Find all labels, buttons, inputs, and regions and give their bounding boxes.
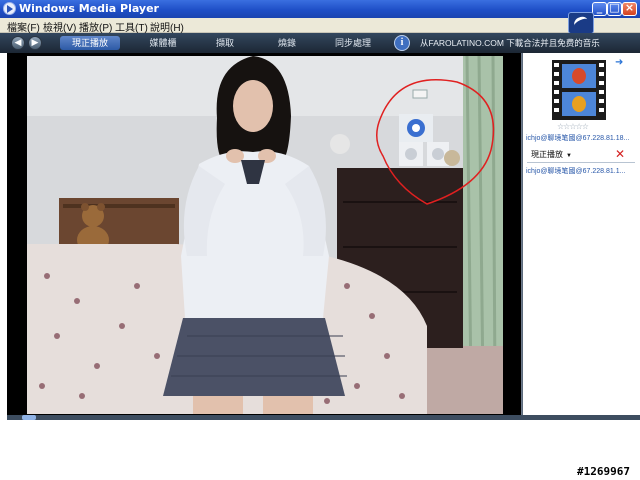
menu-help[interactable]: 說明(H) xyxy=(150,19,184,34)
minimize-button[interactable]: _ xyxy=(592,1,607,16)
forward-button[interactable]: ▶ xyxy=(28,36,42,50)
playlist-item[interactable]: ichjo@聊境笔國@67.228.81.1... xyxy=(526,166,638,176)
forward-arrow-icon: ▶ xyxy=(31,38,39,48)
promo-link[interactable]: 从FAROLATINO.COM 下載合法并且免费的音乐 xyxy=(420,37,600,49)
tab-library[interactable]: 媒體櫃 xyxy=(140,36,186,50)
close-button[interactable]: × xyxy=(622,1,637,16)
window-title: Windows Media Player xyxy=(19,2,159,15)
close-window-icon: × xyxy=(624,1,635,14)
chevron-down-icon: ▼ xyxy=(566,153,572,159)
menu-file[interactable]: 檔案(F) xyxy=(7,19,40,34)
side-arrow-icon[interactable]: ➜ xyxy=(615,57,623,68)
video-frame xyxy=(7,53,521,415)
tab-rip[interactable]: 擷取 xyxy=(208,36,242,50)
now-playing-label: 現正播放 xyxy=(531,150,563,159)
tab-burn[interactable]: 燒錄 xyxy=(270,36,304,50)
seek-thumb[interactable] xyxy=(22,415,36,420)
tab-now-playing[interactable]: 現正播放 xyxy=(60,36,120,50)
menu-bar: 檔案(F) 檢視(V) 播放(P) 工具(T) 說明(H) xyxy=(0,18,640,34)
watermark-text: #1269967 xyxy=(577,465,630,478)
now-playing-dropdown[interactable]: 現正播放 ▼ xyxy=(531,149,572,160)
rating-stars[interactable]: ☆☆☆☆☆ xyxy=(557,122,589,131)
video-skirt xyxy=(163,318,345,396)
menu-play[interactable]: 播放(P) xyxy=(79,19,112,34)
navigation-bar: ◀ ▶ 現正播放 媒體櫃 擷取 燒錄 同步處理 i 从FAROLATINO.CO… xyxy=(0,33,640,53)
back-button[interactable]: ◀ xyxy=(11,36,25,50)
tab-sync[interactable]: 同步處理 xyxy=(328,36,378,50)
close-icon[interactable]: ✕ xyxy=(615,148,625,160)
panel-divider xyxy=(527,162,635,163)
info-glyph: i xyxy=(400,37,404,48)
playlist-panel: ➜ ☆☆☆☆☆ ichjo@聊境笔國@67.228.81.18... 現正播放 ▼… xyxy=(522,53,640,415)
seek-bar[interactable] xyxy=(7,415,640,420)
film-strip-icon[interactable] xyxy=(552,60,606,120)
maximize-icon: □ xyxy=(609,1,620,14)
minimize-icon: _ xyxy=(596,1,603,14)
maximize-button[interactable]: □ xyxy=(607,1,622,16)
info-icon[interactable]: i xyxy=(394,35,410,51)
windows-logo-icon xyxy=(568,12,594,34)
menu-tools[interactable]: 工具(T) xyxy=(115,19,148,34)
back-arrow-icon: ◀ xyxy=(14,38,22,48)
media-title: ichjo@聊境笔國@67.228.81.18... xyxy=(526,135,630,142)
media-player-icon xyxy=(3,2,16,15)
title-bar[interactable]: Windows Media Player _ □ × xyxy=(0,0,640,18)
video-display[interactable] xyxy=(27,56,503,414)
main-area: ➜ ☆☆☆☆☆ ichjo@聊境笔國@67.228.81.18... 現正播放 ▼… xyxy=(7,53,640,415)
menu-view[interactable]: 檢視(V) xyxy=(43,19,76,34)
